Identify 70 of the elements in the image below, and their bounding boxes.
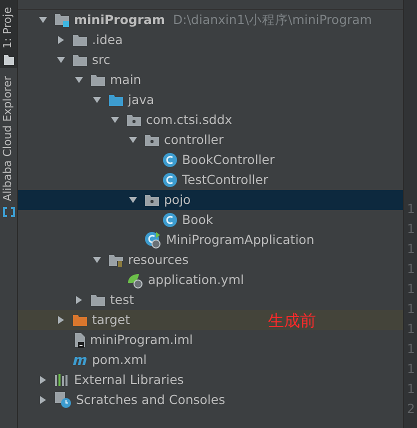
class-icon (162, 172, 178, 188)
node-label: main (110, 70, 142, 89)
tree-row[interactable]: miniProgram D:\dianxin1\小程序\miniProgram (18, 10, 403, 30)
folder-icon (2, 54, 14, 66)
collapse-arrow-icon[interactable] (38, 15, 48, 25)
node-label: .idea (92, 30, 123, 49)
maven-icon (72, 354, 88, 366)
tree-row[interactable]: com.ctsi.sddx (18, 110, 403, 130)
folder-icon (90, 293, 106, 307)
package-icon (144, 193, 160, 207)
tool-window-tab[interactable]: 1: Proje (0, 0, 17, 68)
cloud-bracket-icon (2, 207, 14, 218)
node-label: test (110, 290, 134, 309)
scratches-icon (54, 391, 72, 409)
folder-icon (90, 73, 106, 87)
tree-row[interactable]: Scratches and Consoles (18, 390, 403, 410)
package-icon (144, 133, 160, 147)
file-icon (72, 332, 86, 348)
tree-row[interactable]: Book (18, 210, 403, 230)
spring-config-icon (126, 271, 144, 289)
tree-row[interactable]: test (18, 290, 403, 310)
node-label: java (128, 90, 154, 109)
node-label: MiniProgramApplication (166, 230, 314, 249)
folder-icon (72, 53, 88, 67)
node-label: pojo (164, 190, 191, 209)
tree-row[interactable]: pom.xml (18, 350, 403, 370)
package-icon (126, 113, 142, 127)
tree-row[interactable]: src (18, 50, 403, 70)
node-label: application.yml (148, 270, 244, 289)
node-label: BookController (182, 150, 275, 169)
node-label: Book (182, 210, 214, 229)
node-label: target (92, 310, 130, 329)
tree-row[interactable]: MiniProgramApplication (18, 230, 403, 250)
folder-icon (72, 33, 88, 47)
node-label: Scratches and Consoles (76, 390, 226, 409)
node-label: resources (128, 250, 189, 269)
folder-icon (72, 313, 88, 327)
collapse-arrow-icon[interactable] (92, 255, 102, 265)
node-label: TestController (182, 170, 268, 189)
tree-row[interactable]: pojo (18, 190, 403, 210)
tree-row[interactable]: resources (18, 250, 403, 270)
node-label: com.ctsi.sddx (146, 110, 232, 129)
module-path: D:\dianxin1\小程序\miniProgram (172, 10, 372, 29)
tree-row[interactable]: .idea (18, 30, 403, 50)
tree-row[interactable]: miniProgram.iml (18, 330, 403, 350)
node-label: miniProgram (74, 10, 165, 29)
libraries-icon (54, 373, 70, 387)
node-label: src (92, 50, 110, 69)
resources-folder-icon (108, 253, 124, 267)
expand-arrow-icon[interactable] (56, 35, 66, 45)
tree-row[interactable]: main (18, 70, 403, 90)
source-folder-icon (108, 93, 124, 107)
tree-row[interactable]: application.yml (18, 270, 403, 290)
class-icon (162, 212, 178, 228)
node-label: External Libraries (74, 370, 184, 389)
tree-row[interactable]: controller (18, 130, 403, 150)
tree-row[interactable]: java (18, 90, 403, 110)
tree-row[interactable]: target 生成前 (18, 310, 403, 330)
node-label: pom.xml (92, 350, 147, 369)
annotation-text: 生成前 (268, 313, 316, 329)
tree-row[interactable]: External Libraries (18, 370, 403, 390)
collapse-arrow-icon[interactable] (128, 195, 138, 205)
tree-row[interactable]: TestController (18, 170, 403, 190)
node-label: controller (164, 130, 224, 149)
spring-app-icon (144, 231, 162, 249)
tool-window-tab[interactable]: Alibaba Cloud Explorer (0, 68, 17, 220)
class-icon (162, 152, 178, 168)
module-icon (54, 12, 70, 28)
node-label: miniProgram.iml (90, 330, 193, 349)
tree-row[interactable]: BookController (18, 150, 403, 170)
